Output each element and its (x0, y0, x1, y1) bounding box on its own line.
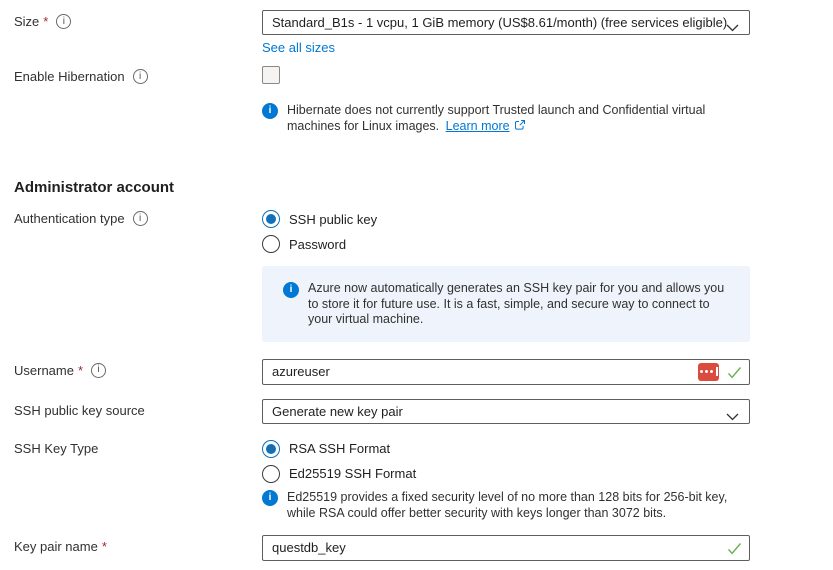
vm-create-form: Size * i Standard_B1s - 1 vcpu, 1 GiB me… (0, 0, 833, 561)
key-pair-name-row: Key pair name * (14, 535, 833, 561)
radio-ssh-public-key-label: SSH public key (289, 212, 377, 227)
info-icon: i (283, 282, 299, 298)
username-field (262, 359, 750, 385)
radio-rsa-ssh-format[interactable]: RSA SSH Format (262, 439, 750, 459)
chevron-down-icon (726, 409, 739, 424)
key-source-select-value: Generate new key pair (272, 404, 403, 419)
key-type-note: i Ed25519 provides a fixed security leve… (262, 489, 750, 521)
external-link-icon (514, 119, 526, 135)
radio-rsa-label: RSA SSH Format (289, 441, 390, 456)
size-required-mark: * (43, 14, 48, 29)
radio-indicator (262, 210, 280, 228)
username-required-mark: * (78, 363, 83, 378)
auth-type-info-icon[interactable]: i (133, 211, 148, 226)
key-type-label: SSH Key Type (14, 441, 98, 456)
see-all-sizes-link[interactable]: See all sizes (262, 40, 335, 55)
hibernation-note-row: i Hibernate does not currently support T… (14, 102, 833, 135)
username-info-icon[interactable]: i (91, 363, 106, 378)
valid-check-icon (727, 542, 742, 558)
ssh-keypair-infobox: i Azure now automatically generates an S… (262, 266, 750, 342)
password-manager-icon[interactable] (698, 363, 719, 381)
size-info-icon[interactable]: i (56, 14, 71, 29)
radio-ed25519-ssh-format[interactable]: Ed25519 SSH Format (262, 464, 750, 484)
key-source-label: SSH public key source (14, 403, 145, 418)
valid-check-icon (727, 366, 742, 382)
size-select[interactable]: Standard_B1s - 1 vcpu, 1 GiB memory (US$… (262, 10, 750, 35)
hibernation-info-icon[interactable]: i (133, 69, 148, 84)
username-label: Username (14, 363, 74, 378)
key-source-row: SSH public key source Generate new key p… (14, 399, 833, 424)
hibernation-label: Enable Hibernation (14, 69, 125, 84)
hibernation-checkbox[interactable] (262, 66, 280, 84)
radio-indicator (262, 440, 280, 458)
hibernation-row: Enable Hibernation i (14, 65, 833, 84)
size-select-value: Standard_B1s - 1 vcpu, 1 GiB memory (US$… (272, 15, 727, 30)
radio-ssh-public-key[interactable]: SSH public key (262, 209, 750, 229)
radio-ed25519-label: Ed25519 SSH Format (289, 466, 416, 481)
radio-password[interactable]: Password (262, 234, 750, 254)
radio-password-label: Password (289, 237, 346, 252)
radio-indicator (262, 465, 280, 483)
size-label: Size (14, 14, 39, 29)
key-type-note-text: Ed25519 provides a fixed security level … (287, 489, 749, 521)
info-icon: i (262, 490, 278, 506)
ssh-infobox-row: i Azure now automatically generates an S… (14, 266, 833, 342)
key-pair-name-field (262, 535, 750, 561)
key-pair-name-input[interactable] (262, 535, 750, 561)
key-source-select[interactable]: Generate new key pair (262, 399, 750, 424)
auth-type-row: Authentication type i SSH public key Pas… (14, 209, 833, 259)
learn-more-link[interactable]: Learn more (446, 119, 510, 133)
admin-account-heading: Administrator account (14, 179, 833, 196)
username-input[interactable] (262, 359, 750, 385)
chevron-down-icon (726, 20, 739, 35)
hibernation-note: i Hibernate does not currently support T… (262, 102, 750, 135)
key-pair-name-required-mark: * (102, 539, 107, 554)
size-row: Size * i Standard_B1s - 1 vcpu, 1 GiB me… (14, 10, 833, 55)
info-icon: i (262, 103, 278, 119)
username-row: Username * i (14, 359, 833, 385)
auth-type-label: Authentication type (14, 211, 125, 226)
ssh-keypair-infobox-text: Azure now automatically generates an SSH… (308, 281, 732, 328)
key-type-row: SSH Key Type RSA SSH Format Ed25519 SSH … (14, 439, 833, 521)
radio-indicator (262, 235, 280, 253)
key-pair-name-label: Key pair name (14, 539, 98, 554)
